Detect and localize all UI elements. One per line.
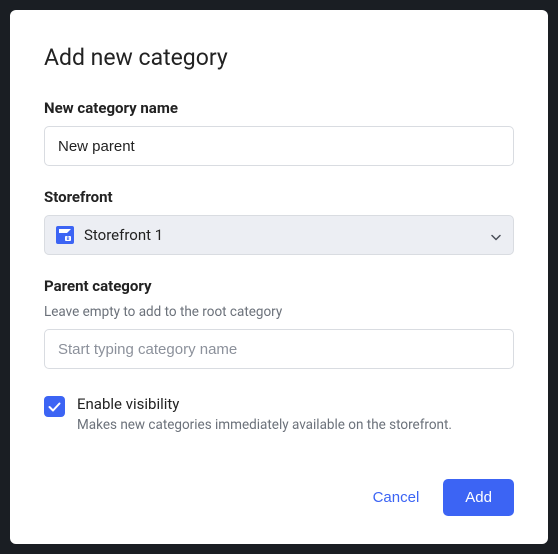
check-icon <box>48 402 61 412</box>
storefront-label: Storefront <box>44 188 514 206</box>
parent-category-field: Parent category Leave empty to add to th… <box>44 277 514 369</box>
add-category-modal: Add new category New category name Store… <box>10 10 548 544</box>
storefront-icon: B <box>56 226 74 244</box>
modal-title: Add new category <box>44 44 514 71</box>
parent-category-hint: Leave empty to add to the root category <box>44 304 514 320</box>
category-name-field: New category name <box>44 99 514 166</box>
storefront-select[interactable]: B Storefront 1 <box>44 215 514 255</box>
visibility-hint: Makes new categories immediately availab… <box>77 417 452 433</box>
svg-text:B: B <box>67 236 70 242</box>
visibility-label: Enable visibility <box>77 395 452 413</box>
parent-category-input[interactable] <box>44 329 514 369</box>
parent-category-label: Parent category <box>44 277 514 295</box>
add-button[interactable]: Add <box>443 479 514 516</box>
storefront-field: Storefront B Storefront 1 <box>44 188 514 255</box>
visibility-checkbox-row: Enable visibility Makes new categories i… <box>44 395 514 433</box>
cancel-button[interactable]: Cancel <box>367 481 426 514</box>
storefront-select-value: Storefront 1 <box>84 226 163 244</box>
category-name-label: New category name <box>44 99 514 117</box>
modal-footer: Cancel Add <box>44 479 514 516</box>
category-name-input[interactable] <box>44 126 514 166</box>
visibility-checkbox[interactable] <box>44 396 65 417</box>
